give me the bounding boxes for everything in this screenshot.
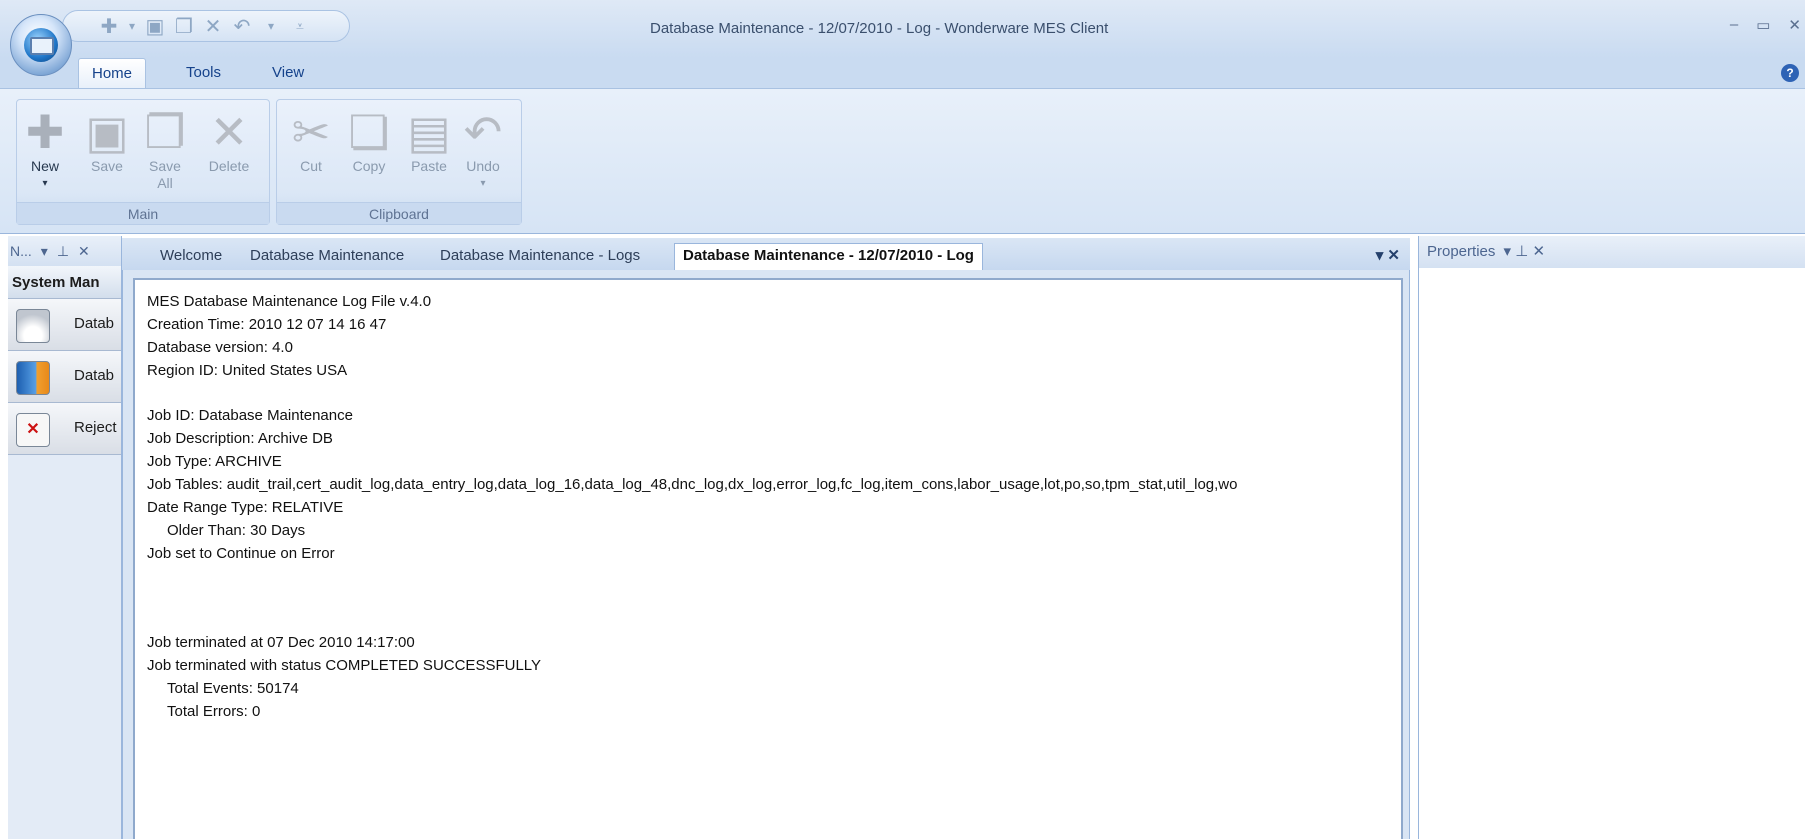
doc-tab-welcome[interactable]: Welcome xyxy=(160,244,222,270)
quick-access-toolbar: ✚ ▾ ▣ ❐ ✕ ↶ ▾ ⩡ xyxy=(62,10,350,42)
log-line: Creation Time: 2010 12 07 14 16 47 xyxy=(147,316,387,333)
delete-icon: ✕ xyxy=(209,106,249,158)
log-line: Older Than: 30 Days xyxy=(167,522,306,539)
document-tab-controls[interactable]: ▾ ✕ xyxy=(1376,246,1400,264)
nav-item-database[interactable]: Datab xyxy=(8,351,121,403)
navigation-pane: N... ▾ ⊥ ✕ System Man Datab Datab ✕ Reje… xyxy=(8,236,122,839)
log-line: Date Range Type: RELATIVE xyxy=(147,499,344,516)
log-blank-line xyxy=(147,587,1237,609)
title-bar: ✚ ▾ ▣ ❐ ✕ ↶ ▾ ⩡ Database Maintenance - 1… xyxy=(0,0,1805,58)
log-line: Job set to Continue on Error xyxy=(147,545,335,562)
log-line: MES Database Maintenance Log File v.4.0 xyxy=(147,293,432,310)
undo-button[interactable]: ↶ Undo ▾ xyxy=(459,106,507,192)
navigation-section-title: System Man xyxy=(8,266,121,299)
log-line: Job ID: Database Maintenance xyxy=(147,407,353,424)
ribbon-group-clipboard: ✂ Cut ❏ Copy ▤ Paste ↶ Undo ▾ Clipboard xyxy=(276,99,522,225)
document-frame: MES Database Maintenance Log File v.4.0 C… xyxy=(122,270,1410,839)
new-button[interactable]: ✚ New ▾ xyxy=(21,106,69,192)
properties-pane-controls[interactable]: ▾ ⊥ ✕ xyxy=(1504,243,1546,260)
nav-item-reject[interactable]: ✕ Reject xyxy=(8,403,121,455)
properties-pane-header: Properties ▾ ⊥ ✕ xyxy=(1419,236,1805,268)
nav-item-label: Datab xyxy=(74,315,115,332)
window-title: Database Maintenance - 12/07/2010 - Log … xyxy=(650,20,1109,37)
window-controls: – ▭ ✕ xyxy=(1730,16,1801,34)
copy-icon: ❏ xyxy=(348,106,390,158)
undo-icon: ↶ xyxy=(463,106,503,158)
customize-icon[interactable]: ⩡ xyxy=(290,18,310,35)
nav-item-label: Reject xyxy=(74,419,117,436)
minimize-button[interactable]: – xyxy=(1730,16,1738,34)
save-icon[interactable]: ▣ xyxy=(145,14,165,39)
undo-icon[interactable]: ↶ xyxy=(232,14,252,39)
tab-tools[interactable]: Tools xyxy=(186,58,221,88)
log-blank-line xyxy=(147,565,1237,587)
ribbon-group-main: ✚ New ▾ ▣ Save ❐ Save All ✕ Delete Main xyxy=(16,99,270,225)
undo-dropdown-icon[interactable]: ▾ xyxy=(261,19,281,33)
ribbon-group-label: Main xyxy=(17,202,269,224)
log-line: Job Tables: audit_trail,cert_audit_log,d… xyxy=(147,476,1238,493)
properties-title: Properties xyxy=(1427,243,1496,260)
gauge-icon xyxy=(16,309,50,343)
navigation-pane-header: N... ▾ ⊥ ✕ xyxy=(8,236,121,266)
save-all-icon[interactable]: ❐ xyxy=(174,14,194,39)
paste-icon: ▤ xyxy=(407,106,451,158)
log-line: Job Type: ARCHIVE xyxy=(147,453,282,470)
log-line: Database version: 4.0 xyxy=(147,339,293,356)
application-orb-button[interactable] xyxy=(10,14,72,76)
log-blank-line xyxy=(147,609,1237,631)
log-line: Job terminated with status COMPLETED SUC… xyxy=(147,657,542,674)
scissors-icon: ✂ xyxy=(291,106,331,158)
save-icon: ▣ xyxy=(85,106,129,158)
save-all-button[interactable]: ❐ Save All xyxy=(141,106,189,192)
document-tab-bar: Welcome Database Maintenance Database Ma… xyxy=(122,238,1410,271)
log-text: MES Database Maintenance Log File v.4.0 C… xyxy=(147,290,1237,723)
monitor-icon xyxy=(30,37,54,55)
delete-icon[interactable]: ✕ xyxy=(203,14,223,39)
close-button[interactable]: ✕ xyxy=(1788,16,1801,34)
doc-tab-database-maintenance-logs[interactable]: Database Maintenance - Logs xyxy=(440,244,640,270)
ribbon-group-label: Clipboard xyxy=(277,202,521,224)
doc-tab-log-active[interactable]: Database Maintenance - 12/07/2010 - Log xyxy=(674,243,983,271)
log-line: Job Description: Archive DB xyxy=(147,430,333,447)
tab-home[interactable]: Home xyxy=(78,58,147,88)
tab-view[interactable]: View xyxy=(272,58,304,88)
log-blank-line xyxy=(147,382,1237,404)
database-icon xyxy=(16,361,50,395)
paste-button[interactable]: ▤ Paste xyxy=(405,106,453,175)
save-button[interactable]: ▣ Save xyxy=(83,106,131,175)
log-line: Job terminated at 07 Dec 2010 14:17:00 xyxy=(147,634,415,651)
reject-icon: ✕ xyxy=(16,413,50,447)
ribbon: ✚ New ▾ ▣ Save ❐ Save All ✕ Delete Main … xyxy=(0,88,1805,234)
nav-item-database-gauge[interactable]: Datab xyxy=(8,299,121,351)
dropdown-small-icon[interactable]: ▾ xyxy=(128,19,136,33)
new-icon[interactable]: ✚ xyxy=(99,14,119,39)
pin-icon[interactable]: ⊥ xyxy=(57,236,69,266)
log-line: Total Errors: 0 xyxy=(167,703,261,720)
plus-icon: ✚ xyxy=(25,106,65,158)
nav-item-label: Datab xyxy=(74,367,115,384)
help-icon[interactable]: ? xyxy=(1781,64,1799,82)
pane-menu-icon[interactable]: ▾ xyxy=(41,236,48,266)
cut-button[interactable]: ✂ Cut xyxy=(287,106,335,175)
log-line: Region ID: United States USA xyxy=(147,362,348,379)
copy-button[interactable]: ❏ Copy xyxy=(345,106,393,175)
delete-button[interactable]: ✕ Delete xyxy=(205,106,253,175)
properties-pane: Properties ▾ ⊥ ✕ xyxy=(1418,236,1805,839)
navigation-pane-title: N... xyxy=(10,243,32,259)
ribbon-tab-bar: Home Tools View ? xyxy=(0,58,1805,88)
log-line: Total Events: 50174 xyxy=(167,680,299,697)
doc-tab-database-maintenance[interactable]: Database Maintenance xyxy=(250,244,404,270)
save-all-icon: ❐ xyxy=(144,106,186,158)
log-viewer[interactable]: MES Database Maintenance Log File v.4.0 C… xyxy=(133,278,1403,839)
maximize-button[interactable]: ▭ xyxy=(1756,16,1770,34)
pane-close-icon[interactable]: ✕ xyxy=(78,236,90,266)
